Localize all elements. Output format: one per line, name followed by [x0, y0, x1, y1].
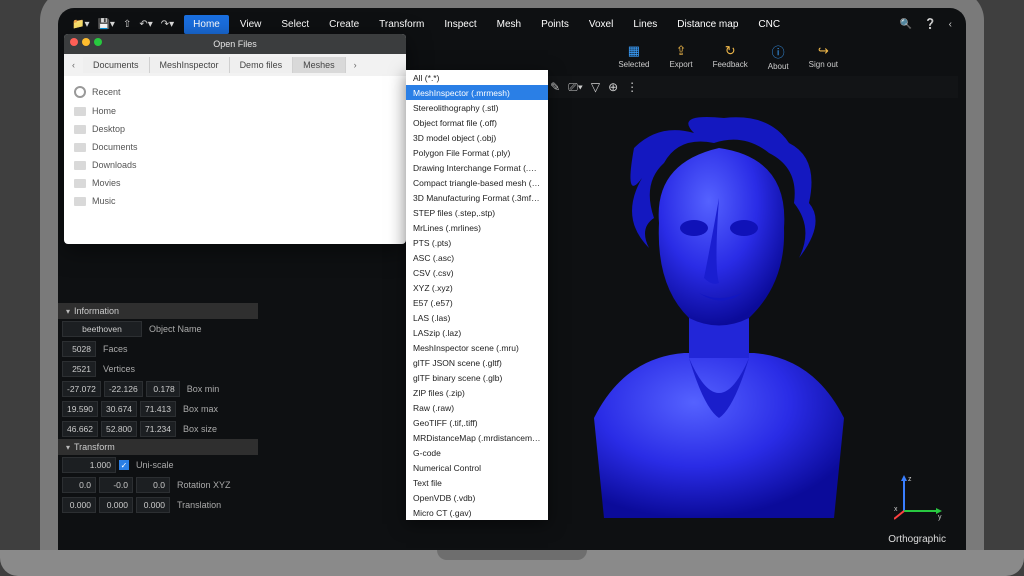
format-option[interactable]: GeoTIFF (.tif,.tiff) — [406, 415, 548, 430]
sidebar-recent[interactable]: Recent — [64, 82, 160, 102]
format-option[interactable]: 3D model object (.obj) — [406, 130, 548, 145]
collapse-icon[interactable]: ‹ — [949, 19, 952, 30]
sidebar-home[interactable]: Home — [64, 102, 160, 120]
tab-view[interactable]: View — [231, 15, 271, 34]
breadcrumb-seg[interactable]: Meshes — [293, 57, 346, 73]
format-option[interactable]: 3D Manufacturing Format (.3mf,*.model) — [406, 190, 548, 205]
format-option[interactable]: Text file — [406, 475, 548, 490]
info-panel-header[interactable]: Information — [58, 303, 258, 319]
tab-home[interactable]: Home — [184, 15, 229, 34]
svg-text:z: z — [908, 476, 912, 483]
tab-transform[interactable]: Transform — [370, 15, 433, 34]
sidebar-desktop[interactable]: Desktop — [64, 120, 160, 138]
sidebar-movies[interactable]: Movies — [64, 174, 160, 192]
toolbar-selected[interactable]: ▦Selected — [618, 43, 649, 69]
main-menubar: 📁▾ 💾▾ ⇧ ↶▾ ↷▾ Home View Select Create Tr… — [66, 12, 958, 36]
breadcrumbs: ‹ Documents MeshInspector Demo files Mes… — [64, 54, 406, 76]
uniscale-checkbox[interactable]: ✓ — [119, 460, 129, 470]
format-option[interactable]: LAS (.las) — [406, 310, 548, 325]
toolbar-signout[interactable]: ↪Sign out — [809, 43, 838, 69]
format-option[interactable]: glTF binary scene (.glb) — [406, 370, 548, 385]
format-option[interactable]: MRDistanceMap (.mrdistancemap) — [406, 430, 548, 445]
format-option[interactable]: CSV (.csv) — [406, 265, 548, 280]
dialog-titlebar: Open Files — [64, 34, 406, 54]
transform-panel-header[interactable]: Transform — [58, 439, 258, 455]
format-option[interactable]: Drawing Interchange Format (.dxf) — [406, 160, 548, 175]
toolbar-feedback[interactable]: ↻Feedback — [713, 43, 748, 69]
menubar-left-icons: 📁▾ 💾▾ ⇧ ↶▾ ↷▾ — [72, 19, 174, 30]
format-option[interactable]: PTS (.pts) — [406, 235, 548, 250]
svg-text:x: x — [894, 506, 898, 513]
tab-points[interactable]: Points — [532, 15, 578, 34]
open-file-dialog: Open Files ‹ Documents MeshInspector Dem… — [64, 34, 406, 244]
icon-tool-10[interactable]: ⋮ — [626, 80, 638, 94]
search-icon[interactable]: 🔍 — [900, 19, 912, 30]
format-option[interactable]: MrLines (.mrlines) — [406, 220, 548, 235]
format-option[interactable]: All (*.*) — [406, 70, 548, 85]
format-option[interactable]: ZIP files (.zip) — [406, 385, 548, 400]
main-tabs: Home View Select Create Transform Inspec… — [184, 15, 789, 34]
dialog-sidebar: Recent Home Desktop Documents Downloads … — [64, 76, 160, 216]
format-option[interactable]: Numerical Control — [406, 460, 548, 475]
tab-select[interactable]: Select — [272, 15, 318, 34]
tab-inspect[interactable]: Inspect — [435, 15, 485, 34]
tab-distance-map[interactable]: Distance map — [668, 15, 747, 34]
breadcrumb-seg[interactable]: Demo files — [230, 57, 294, 73]
format-option[interactable]: OpenVDB (.vdb) — [406, 490, 548, 505]
help-icon[interactable]: ❔ — [924, 19, 936, 30]
format-option[interactable]: G-code — [406, 445, 548, 460]
format-option[interactable]: XYZ (.xyz) — [406, 280, 548, 295]
menubar-right: 🔍 ❔ ‹ — [900, 19, 952, 30]
tab-cnc[interactable]: CNC — [749, 15, 789, 34]
sidebar-documents[interactable]: Documents — [64, 138, 160, 156]
toolbar-about[interactable]: ⓘAbout — [768, 42, 789, 71]
window-controls[interactable] — [70, 38, 102, 46]
tab-create[interactable]: Create — [320, 15, 368, 34]
format-option[interactable]: MeshInspector scene (.mru) — [406, 340, 548, 355]
mesh-preview — [564, 108, 874, 528]
format-option[interactable]: ASC (.asc) — [406, 250, 548, 265]
tab-lines[interactable]: Lines — [624, 15, 666, 34]
undo-icon[interactable]: ↶▾ — [139, 19, 152, 30]
format-option[interactable]: LASzip (.laz) — [406, 325, 548, 340]
icon-tool-8[interactable]: ▽ — [591, 80, 600, 94]
format-option[interactable]: Stereolithography (.stl) — [406, 100, 548, 115]
redo-icon[interactable]: ↷▾ — [161, 19, 174, 30]
open-icon[interactable]: 📁▾ — [72, 19, 89, 30]
projection-label[interactable]: Orthographic — [888, 534, 946, 545]
breadcrumb-seg[interactable]: Documents — [83, 57, 150, 73]
sidebar-music[interactable]: Music — [64, 192, 160, 210]
format-option[interactable]: Polygon File Format (.ply) — [406, 145, 548, 160]
format-option[interactable]: glTF JSON scene (.gltf) — [406, 355, 548, 370]
file-format-dropdown[interactable]: All (*.*)MeshInspector (.mrmesh)Stereoli… — [406, 70, 548, 520]
format-option[interactable]: MeshInspector (.mrmesh) — [406, 85, 548, 100]
laptop-notch — [437, 550, 587, 560]
format-option[interactable]: Object format file (.off) — [406, 115, 548, 130]
format-option[interactable]: E57 (.e57) — [406, 295, 548, 310]
tab-voxel[interactable]: Voxel — [580, 15, 622, 34]
dialog-title: Open Files — [213, 39, 257, 49]
object-name-value: beethoven — [62, 321, 142, 337]
icon-tool-6[interactable]: ✎ — [550, 80, 560, 94]
icon-tool-7[interactable]: ⎚▾ — [568, 80, 583, 95]
format-option[interactable]: Raw (.raw) — [406, 400, 548, 415]
breadcrumb-fwd[interactable]: › — [346, 60, 365, 70]
breadcrumb-seg[interactable]: MeshInspector — [150, 57, 230, 73]
axis-gizmo[interactable]: z y x — [894, 471, 944, 521]
save-icon[interactable]: 💾▾ — [97, 19, 114, 30]
breadcrumb-back[interactable]: ‹ — [64, 60, 83, 70]
upload-icon[interactable]: ⇧ — [123, 19, 131, 30]
format-option[interactable]: STEP files (.step,.stp) — [406, 205, 548, 220]
format-option[interactable]: Micro CT (.gav) — [406, 505, 548, 520]
toolbar-export[interactable]: ⇪Export — [669, 43, 692, 69]
icon-tool-9[interactable]: ⊕ — [608, 80, 618, 94]
sidebar-downloads[interactable]: Downloads — [64, 156, 160, 174]
format-option[interactable]: Compact triangle-based mesh (.ctm) — [406, 175, 548, 190]
tab-mesh[interactable]: Mesh — [488, 15, 530, 34]
svg-text:y: y — [938, 514, 942, 521]
info-transform-panels: Information beethovenObject Name 5028Fac… — [58, 303, 258, 515]
